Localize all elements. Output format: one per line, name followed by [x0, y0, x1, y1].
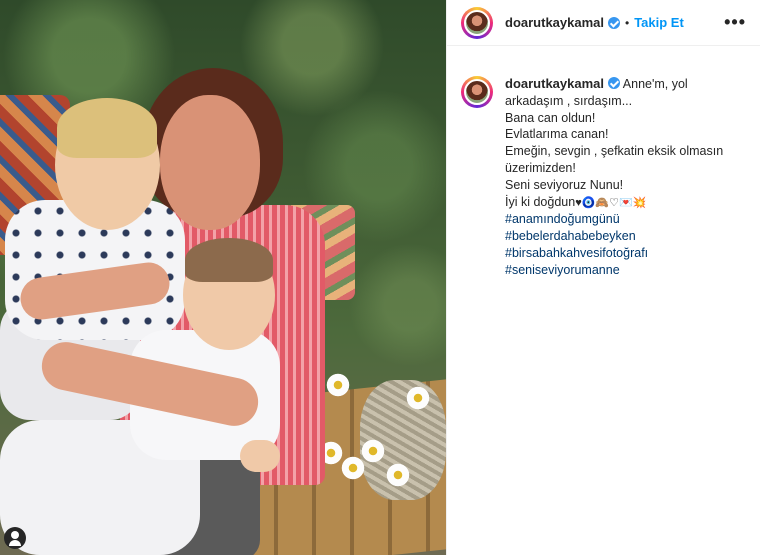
- baby-hand: [240, 440, 280, 472]
- verified-badge-icon: [608, 16, 620, 29]
- baby-hair: [185, 238, 273, 282]
- follow-button[interactable]: Takip Et: [634, 15, 684, 30]
- emoji-row: ♥🧿🙈♡💌💥: [575, 196, 647, 209]
- daisy-flower: [325, 372, 351, 398]
- post-header: doarutkaykamal • Takip Et •••: [447, 0, 760, 46]
- daisy-flower: [385, 462, 411, 488]
- avatar[interactable]: [461, 6, 493, 39]
- daisy-flower: [405, 385, 431, 411]
- separator-dot: •: [625, 15, 630, 30]
- post-sidebar: doarutkaykamal • Takip Et ••• doarutkayk…: [446, 0, 760, 555]
- caption: doarutkaykamal Anne'm, yol arkadaşım , s…: [447, 46, 760, 279]
- avatar[interactable]: [461, 76, 493, 108]
- caption-line: Evlatlarıma canan!: [505, 127, 609, 142]
- user-tag-icon[interactable]: [4, 527, 26, 549]
- woman-face: [160, 95, 260, 230]
- hashtag-link[interactable]: #anamındoğumgünü: [505, 211, 745, 228]
- baby-hair: [57, 98, 157, 158]
- caption-line: Seni seviyoruz Nunu!: [505, 177, 624, 192]
- username-link[interactable]: doarutkaykamal: [505, 15, 604, 30]
- caption-line: Emeğin, sevgin , şefkatin eksik olmasın …: [505, 144, 724, 175]
- caption-line: Bana can oldun!: [505, 110, 596, 125]
- caption-username-link[interactable]: doarutkaykamal: [505, 76, 604, 91]
- more-options-icon[interactable]: •••: [724, 12, 746, 33]
- verified-badge-icon: [608, 77, 620, 89]
- caption-last-line: İyi ki doğdun♥🧿🙈♡💌💥: [505, 194, 745, 212]
- hashtag-link[interactable]: #seniseviyorumanne: [505, 262, 745, 279]
- daisy-flower: [360, 438, 386, 464]
- hashtag-link[interactable]: #birsabahkahvesifotoğrafı: [505, 245, 745, 262]
- caption-birthday-text: İyi ki doğdun: [505, 194, 576, 209]
- post-photo[interactable]: [0, 0, 446, 555]
- hashtag-link[interactable]: #bebelerdahabebeyken: [505, 228, 745, 245]
- caption-body: doarutkaykamal Anne'm, yol arkadaşım , s…: [505, 76, 745, 279]
